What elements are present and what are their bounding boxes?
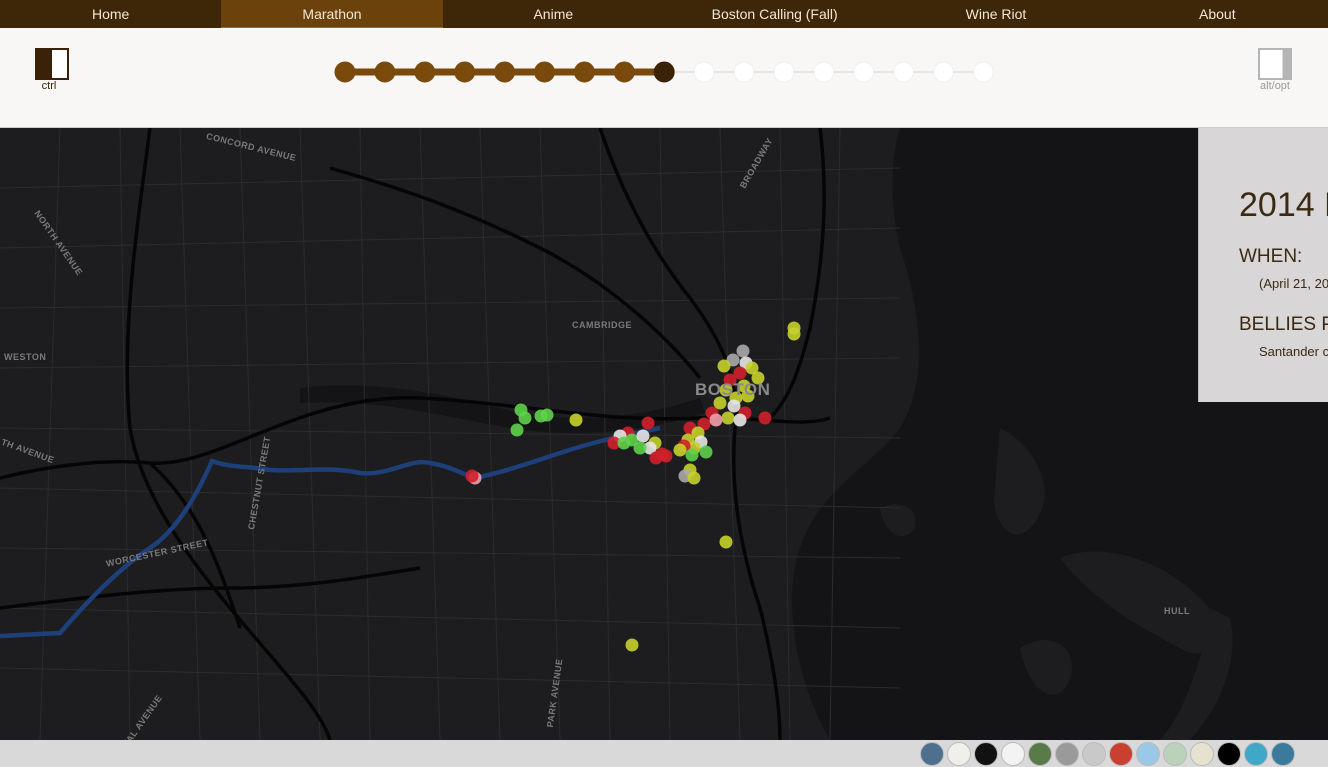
tweet-point-positive[interactable] (510, 423, 524, 437)
nav-item-boston-calling[interactable]: Boston Calling (Fall) (664, 0, 885, 28)
black-white-swatch[interactable] (1217, 742, 1241, 766)
event-info-panel: 2014 B WHEN: (April 21, 20 BELLIES PI Sa… (1198, 128, 1328, 402)
tweet-point-positive[interactable] (633, 441, 647, 455)
tweet-point-negative[interactable] (641, 416, 655, 430)
blue-globe-swatch[interactable] (920, 742, 944, 766)
blue-green-swatch[interactable] (1271, 742, 1295, 766)
footer-bar (0, 740, 1328, 767)
teal-swatch[interactable] (1244, 742, 1268, 766)
tweet-point-gray[interactable] (736, 344, 750, 358)
timeline-step[interactable] (534, 61, 555, 83)
tweet-point-positive[interactable] (540, 408, 554, 422)
cream-swatch[interactable] (1190, 742, 1214, 766)
dark-swatch[interactable] (974, 742, 998, 766)
tweet-point-negative[interactable] (659, 449, 673, 463)
marathon-route (0, 425, 661, 639)
tweet-point-positive[interactable] (699, 445, 713, 459)
hull-label: HULL (1164, 606, 1190, 616)
tweet-point-neutral[interactable] (717, 359, 731, 373)
tweet-point-negative[interactable] (465, 469, 479, 483)
map-view[interactable]: CONCORD AVENUE NORTH AVENUE WESTON CAMBR… (0, 128, 1328, 740)
timeline-step[interactable] (733, 61, 755, 83)
tweet-point-neutral[interactable] (719, 535, 733, 549)
gray-swatch[interactable] (1055, 742, 1079, 766)
tweet-point-light[interactable] (733, 413, 747, 427)
timeline-step[interactable] (893, 61, 915, 83)
bellies-value: Santander c (1259, 344, 1328, 359)
timeline-step[interactable] (573, 61, 595, 83)
timeline-step[interactable] (773, 61, 795, 83)
boston-label: BOSTON (695, 380, 771, 399)
nav-item-about[interactable]: About (1107, 0, 1328, 28)
tweet-point-positive[interactable] (685, 448, 699, 462)
light-swatch[interactable] (947, 742, 971, 766)
tweet-point-neutral[interactable] (673, 443, 687, 457)
timeline-step[interactable] (972, 61, 994, 83)
nav-item-marathon[interactable]: Marathon (221, 0, 443, 28)
timeline-step[interactable] (613, 61, 635, 83)
white-swatch[interactable] (1001, 742, 1025, 766)
sky-blue-swatch[interactable] (1136, 742, 1160, 766)
timeline-step[interactable] (374, 61, 396, 83)
tweet-point-neutral[interactable] (787, 327, 801, 341)
alt-opt-toggle[interactable] (1258, 48, 1292, 80)
timeline-step[interactable] (693, 61, 715, 83)
nav-item-home[interactable]: Home (0, 0, 221, 28)
timeline-step[interactable] (933, 61, 954, 83)
timeline-slider[interactable] (0, 28, 1328, 128)
timeline-step[interactable] (853, 61, 875, 83)
event-title: 2014 B (1239, 186, 1328, 224)
tweet-points (465, 321, 801, 652)
tweet-point-light[interactable] (727, 399, 741, 413)
map-style-swatches (920, 742, 1295, 766)
tweet-point-pink[interactable] (709, 413, 723, 427)
weston-label: WESTON (4, 352, 47, 362)
timeline-step[interactable] (334, 61, 356, 83)
tweet-point-neutral[interactable] (687, 471, 701, 485)
timeline-step[interactable] (414, 61, 436, 83)
bellies-heading: BELLIES PI (1239, 314, 1328, 335)
cambridge-label: CAMBRIDGE (572, 320, 632, 330)
tweet-point-positive[interactable] (617, 436, 631, 450)
pale-green-swatch[interactable] (1163, 742, 1187, 766)
nav-item-wine-riot[interactable]: Wine Riot (885, 0, 1106, 28)
tweet-point-neutral[interactable] (569, 413, 583, 427)
green-terrain-swatch[interactable] (1028, 742, 1052, 766)
timeline-step[interactable] (454, 61, 476, 83)
tweet-point-neutral[interactable] (625, 638, 639, 652)
light-gray-swatch[interactable] (1082, 742, 1106, 766)
nav-item-anime[interactable]: Anime (443, 0, 664, 28)
tweet-point-positive[interactable] (518, 411, 532, 425)
when-heading: WHEN: (1239, 246, 1303, 267)
beige-red-swatch[interactable] (1109, 742, 1133, 766)
control-bar: ctrl alt/opt (0, 28, 1328, 128)
timeline-step[interactable] (653, 61, 675, 83)
alt-opt-label: alt/opt (1260, 80, 1290, 92)
timeline-step[interactable] (813, 61, 835, 83)
map-canvas (0, 128, 1328, 740)
when-value: (April 21, 20 (1259, 276, 1328, 291)
tweet-point-neutral[interactable] (721, 411, 735, 425)
tweet-point-light[interactable] (636, 429, 650, 443)
tweet-point-negative[interactable] (758, 411, 772, 425)
timeline-step[interactable] (494, 61, 516, 83)
top-nav: Home Marathon Anime Boston Calling (Fall… (0, 0, 1328, 28)
